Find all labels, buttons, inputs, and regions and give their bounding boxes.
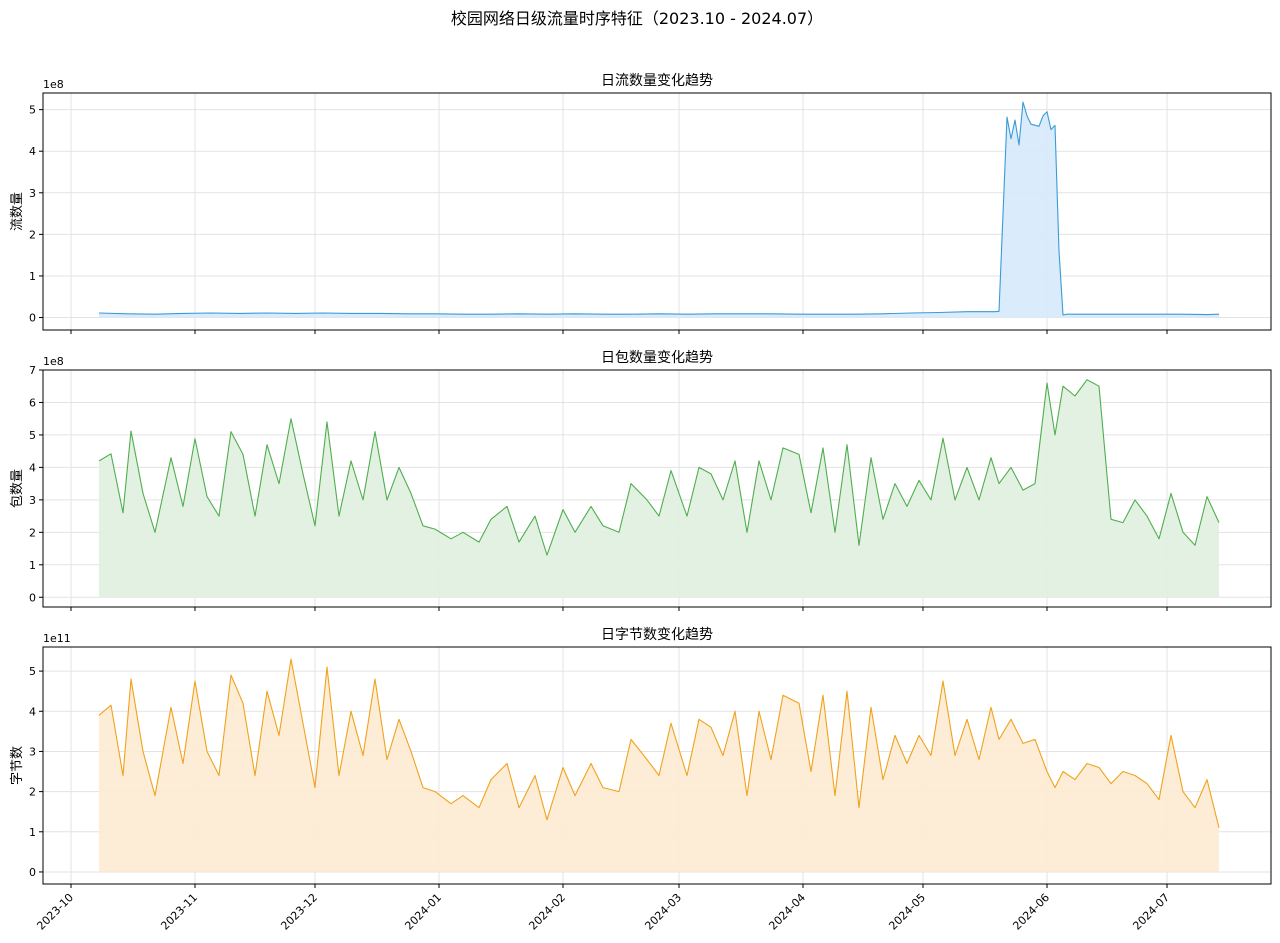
y-tick-label: 7 [29,364,36,377]
x-tick-label: 2024-02 [526,891,568,933]
y-tick-label: 4 [29,461,36,474]
y-tick-label: 5 [29,429,36,442]
y-tick-label: 3 [29,745,36,758]
y-axis-label: 包数量 [10,469,25,508]
y-exponent-label: 1e8 [43,78,64,91]
y-axis-label: 字节数 [10,746,25,785]
y-axis-label: 流数量 [10,192,25,231]
y-tick-label: 5 [29,104,36,117]
panel-title: 日流数量变化趋势 [601,73,713,89]
panel-flows: 0 1 2 3 4 5 日流数量变化趋势 1e8 流数量 [10,73,1272,334]
x-tick-label: 2023-12 [278,891,320,933]
x-tick-label: 2024-07 [1130,891,1172,933]
x-tick-label: 2023-11 [158,891,200,933]
y-tick-label: 4 [29,705,36,718]
figure: 校园网络日级流量时序特征（2023.10 - 2024.07） 0 1 2 3 4 5 日流… [10,9,1272,933]
y-tick-label: 0 [29,866,36,879]
panel-title: 日字节数变化趋势 [601,627,713,643]
x-tick-label: 2024-03 [642,891,684,933]
panel-bytes: 0 1 2 3 4 5 2023-10 2023-11 2023-12 2024-01 2024-0… [10,627,1272,933]
y-tick-label: 1 [29,270,36,283]
x-tick-label: 2024-06 [1010,891,1052,933]
panel-title: 日包数量变化趋势 [601,350,713,366]
y-tick-label: 5 [29,665,36,678]
x-tick-label: 2024-04 [766,891,808,933]
y-exponent-label: 1e11 [43,632,71,645]
y-tick-label: 3 [29,187,36,200]
y-tick-label: 0 [29,591,36,604]
series-area [99,102,1219,318]
y-tick-label: 6 [29,396,36,409]
figure-suptitle: 校园网络日级流量时序特征（2023.10 - 2024.07） [451,9,823,28]
y-tick-label: 1 [29,559,36,572]
y-tick-label: 3 [29,494,36,507]
y-tick-label: 1 [29,826,36,839]
x-tick-label: 2023-10 [34,891,76,933]
y-tick-label: 4 [29,145,36,158]
y-tick-label: 2 [29,786,36,799]
panel-packets: 0 1 2 3 4 5 6 7 日包数量变化趋势 1e8 包数量 [10,350,1272,611]
y-tick-label: 0 [29,312,36,325]
x-tick-label: 2024-05 [886,891,928,933]
y-tick-label: 2 [29,228,36,241]
y-tick-label: 2 [29,526,36,539]
x-tick-label: 2024-01 [402,891,444,933]
y-exponent-label: 1e8 [43,355,64,368]
axes-frame [42,92,1272,331]
